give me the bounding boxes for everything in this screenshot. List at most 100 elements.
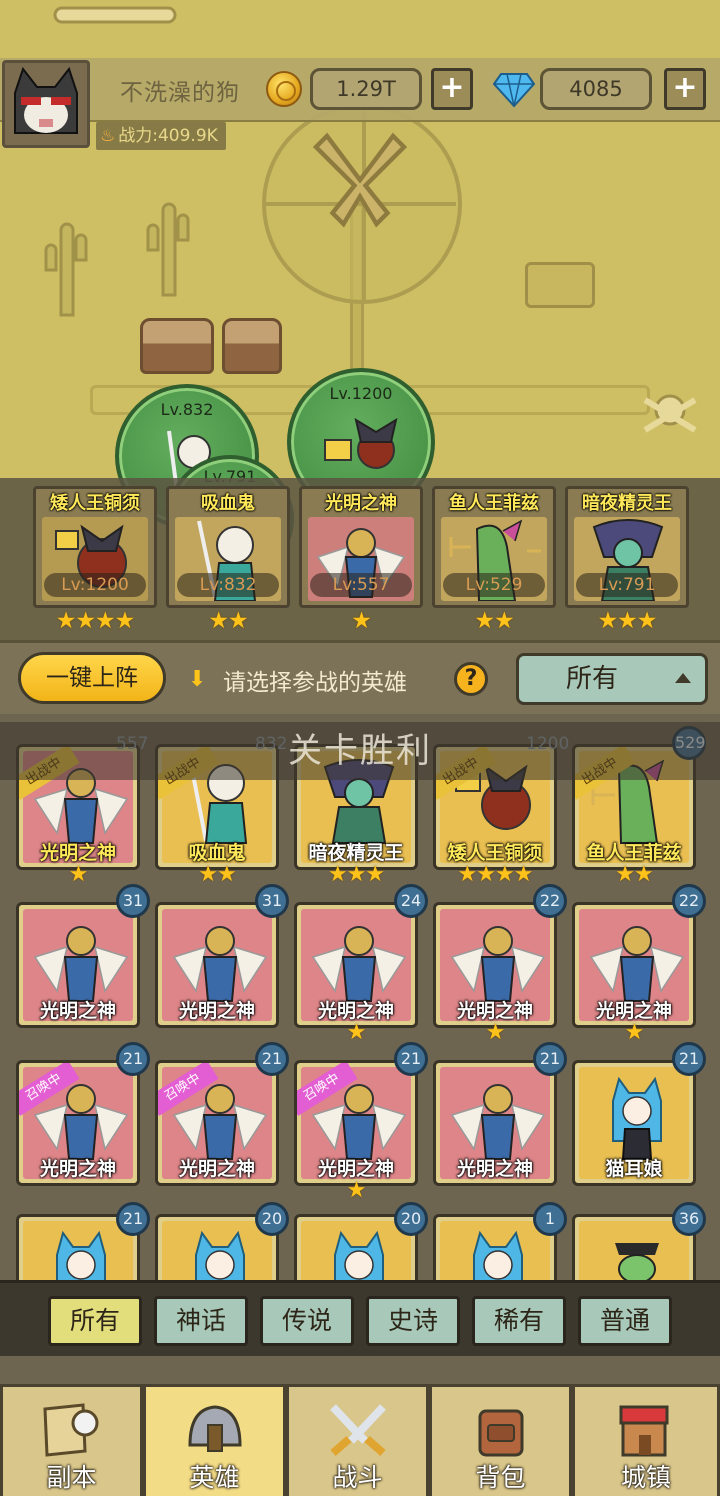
hero-stars: ★★★ [597,608,658,634]
hero-card[interactable]: 光明之神 [294,902,418,1028]
hero-level-badge: 22 [533,884,567,918]
hero-name: 光明之神 [178,1000,255,1022]
formation-hero-level: Lv:529 [443,573,545,597]
hero-card[interactable]: 光明之神 [433,902,557,1028]
rarity-filter-epic[interactable]: 史诗 [366,1296,460,1346]
hero-card[interactable]: 光明之神 [572,902,696,1028]
help-icon[interactable]: ? [454,662,488,696]
hero-stars: ★★★★ [457,862,534,887]
hero-level-badge: 21 [533,1042,567,1076]
hero-card[interactable]: 猫耳娘 [572,1060,696,1186]
formation-slot[interactable]: 鱼人王菲兹 Lv:529 [432,486,556,608]
nav-tab-dungeon[interactable]: 副本 [0,1384,143,1496]
hero-name: 光明之神 [595,1000,672,1022]
shop-icon [619,1405,669,1457]
rarity-filter-common[interactable]: 普通 [578,1296,672,1346]
formation-slot[interactable]: 矮人王铜须 Lv:1200 [33,486,157,608]
nav-label: 背包 [475,1463,526,1492]
formation-slot[interactable]: 光明之神 Lv:557 [299,486,423,608]
cat-girl-icon [334,1230,384,1280]
hero-select-controls: 一键上阵 ⬇ 请选择参战的英雄 ? 所有 [0,640,720,714]
hero-stars: ★★ [208,608,248,634]
gold-amount: 1.29T [310,68,422,110]
nav-tab-battle[interactable]: 战斗 [286,1384,429,1496]
nav-label: 战斗 [332,1463,383,1492]
rarity-filter-all[interactable]: 所有 [48,1296,142,1346]
stage-victory-toast: 关卡胜利 [0,722,720,780]
formation-hero-name: 吸血鬼 [201,493,255,514]
add-gems-button[interactable]: + [664,68,706,110]
cat-girl-icon [195,1230,245,1280]
formation-hero-level: Lv:1200 [44,573,146,597]
skull-icon [643,394,697,433]
hero-stars: ★ [68,862,89,887]
map-hero-level: Lv.1200 [329,384,393,403]
add-gold-button[interactable]: + [431,68,473,110]
hero-card[interactable]: 光明之神 [155,902,279,1028]
formation-hero-name: 暗夜精灵王 [582,493,672,514]
formation-hero-level: Lv:791 [576,573,678,597]
hero-card[interactable]: 光明之神 [433,1060,557,1186]
nav-label: 城镇 [620,1463,671,1492]
hero-name: 矮人王铜须 [447,842,543,864]
bones-icon [53,6,177,24]
hero-stars: ★ [485,1020,506,1045]
formation-hero-name: 鱼人王菲兹 [449,493,539,514]
hero-name: 光明之神 [178,1158,255,1180]
combat-power: ♨ 战力:409.9K [96,122,226,150]
god-of-light-icon [450,1084,546,1160]
crossed-swords-icon [330,1404,386,1457]
map-hero-level: Lv.832 [160,400,214,419]
avatar[interactable] [2,60,90,148]
formation-slot[interactable]: 暗夜精灵王 Lv:791 [565,486,689,608]
filter-selected-value: 所有 [565,664,618,694]
hero-stars: ★ [346,1020,367,1045]
hero-card[interactable]: 召唤中 光明之神 [16,1060,140,1186]
god-of-light-icon [33,926,129,1002]
hero-name: 光明之神 [39,1158,116,1180]
gem-amount: 4085 [540,68,652,110]
nav-tab-heroes[interactable]: 英雄 [143,1384,286,1496]
hero-level-badge: 31 [116,884,150,918]
nav-tab-backpack[interactable]: 背包 [429,1384,572,1496]
auto-deploy-button[interactable]: 一键上阵 [18,652,166,704]
hero-name: 吸血鬼 [188,842,246,864]
hero-card[interactable]: 召唤中 光明之神 [294,1060,418,1186]
hero-card[interactable]: 召唤中 光明之神 [155,1060,279,1186]
cat-girl-icon [56,1230,106,1280]
formation-slot[interactable]: 吸血鬼 Lv:832 [166,486,290,608]
rarity-filter-legendary[interactable]: 传说 [260,1296,354,1346]
cat-girl-icon [473,1230,523,1280]
rarity-filter-mythic[interactable]: 神话 [154,1296,248,1346]
god-of-light-icon [450,926,546,1002]
nav-label: 英雄 [189,1463,240,1492]
formation-hero-name: 光明之神 [325,493,397,514]
formation-hero-level: Lv:557 [310,573,412,597]
caret-up-icon [675,673,691,683]
hero-name: 猫耳娘 [605,1158,663,1180]
rock [222,318,282,374]
hero-stars: ★★ [198,862,236,887]
hero-stars: ★★ [615,862,653,887]
backpack-icon [478,1409,524,1457]
map-scroll-icon [43,1403,99,1457]
hero-level-badge: 22 [672,884,706,918]
top-bar: 不洗澡的狗 ♨ 战力:409.9K 1.29T + 4085 + [0,58,720,150]
hero-filter-dropdown[interactable]: 所有 [516,653,708,705]
hero-level-badge: 21 [255,1042,289,1076]
hero-card[interactable]: 光明之神 [16,902,140,1028]
nav-tab-town[interactable]: 城镇 [572,1384,720,1496]
hero-name: 光明之神 [317,1158,394,1180]
arrow-down-icon: ⬇ [188,667,207,692]
hero-level-badge: 21 [116,1042,150,1076]
hero-level-badge: 21 [394,1042,428,1076]
diamond-icon [493,73,535,108]
formation-hero-level: Lv:832 [177,573,279,597]
hero-name: 光明之神 [39,842,116,864]
hero-level-badge: 1 [533,1202,567,1236]
cactus-icon [146,202,190,297]
rarity-filter-rare[interactable]: 稀有 [472,1296,566,1346]
select-hero-hint: 请选择参战的英雄 [223,670,407,696]
power-icon: ♨ [100,126,116,146]
cat-girl-icon [612,1076,662,1160]
